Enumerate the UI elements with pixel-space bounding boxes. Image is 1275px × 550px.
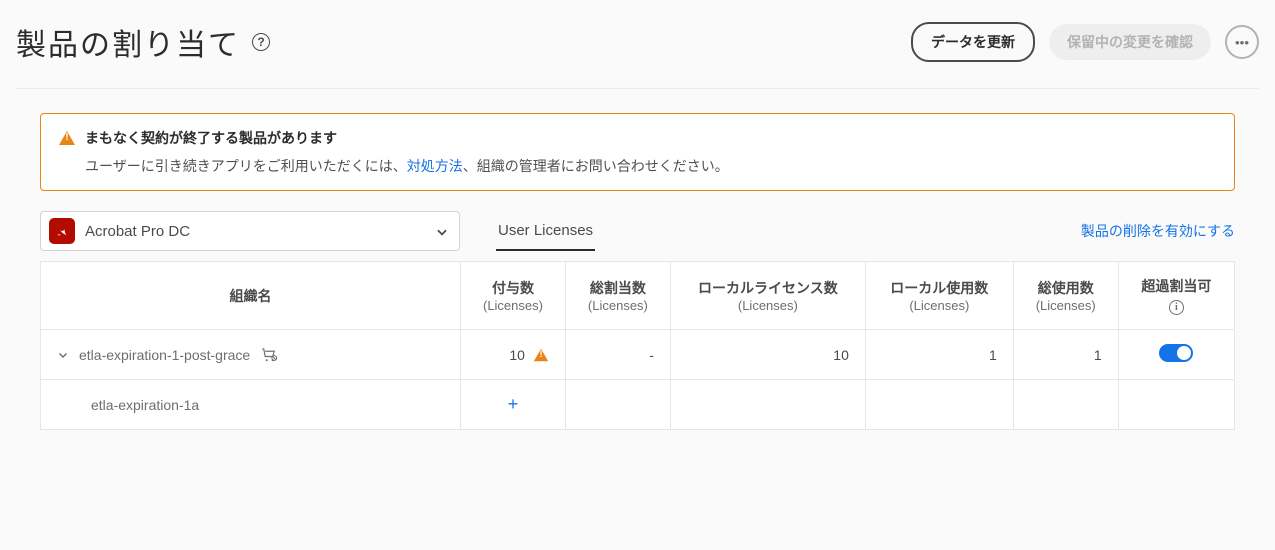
total-alloc-value: - <box>649 347 654 363</box>
alert-title: まもなく契約が終了する製品があります <box>85 128 337 148</box>
ellipsis-icon: ••• <box>1235 35 1249 50</box>
warning-icon <box>59 131 75 145</box>
pending-changes-button: 保留中の変更を確認 <box>1049 24 1211 60</box>
alert-body: ユーザーに引き続きアプリをご利用いただくには、対処方法、組織の管理者にお問い合わ… <box>59 156 1216 176</box>
product-name: Acrobat Pro DC <box>85 223 190 240</box>
col-granted: 付与数(Licenses) <box>461 262 566 330</box>
info-icon[interactable]: i <box>1169 300 1184 315</box>
chevron-down-icon <box>435 225 447 237</box>
tab-user-licenses[interactable]: User Licenses <box>496 212 595 251</box>
col-total-alloc: 総割当数(Licenses) <box>565 262 670 330</box>
alert-body-suffix: 、組織の管理者にお問い合わせください。 <box>463 158 729 174</box>
col-total-use: 総使用数(Licenses) <box>1013 262 1118 330</box>
alert-body-prefix: ユーザーに引き続きアプリをご利用いただくには、 <box>85 158 407 174</box>
add-allocation-button[interactable]: + <box>508 394 519 414</box>
help-icon[interactable]: ? <box>252 33 270 51</box>
product-select[interactable]: Acrobat Pro DC <box>40 211 460 251</box>
more-actions-button[interactable]: ••• <box>1225 25 1259 59</box>
page-header: 製品の割り当て ? データを更新 保留中の変更を確認 ••• <box>16 20 1259 89</box>
enable-product-delete-link[interactable]: 製品の削除を有効にする <box>1081 221 1235 241</box>
page-title: 製品の割り当て <box>16 20 240 64</box>
col-local-use: ローカル使用数(Licenses) <box>865 262 1013 330</box>
local-use-value: 1 <box>989 347 997 363</box>
table-row: etla-expiration-1-post-grace 10 - <box>41 330 1235 380</box>
org-name: etla-expiration-1a <box>91 397 199 413</box>
cart-icon <box>260 346 278 364</box>
acrobat-icon <box>49 218 75 244</box>
over-alloc-toggle[interactable] <box>1159 344 1193 362</box>
col-over-alloc: 超過割当可 i <box>1118 262 1234 330</box>
col-local-lic: ローカルライセンス数(Licenses) <box>670 262 865 330</box>
warning-icon <box>534 348 548 361</box>
org-name: etla-expiration-1-post-grace <box>79 347 250 363</box>
local-lic-value: 10 <box>833 347 849 363</box>
col-org: 組織名 <box>41 262 461 330</box>
allocation-table: 組織名 付与数(Licenses) 総割当数(Licenses) ローカルライセ… <box>40 261 1235 430</box>
total-use-value: 1 <box>1094 347 1102 363</box>
refresh-button[interactable]: データを更新 <box>911 22 1035 62</box>
table-row: etla-expiration-1a + <box>41 380 1235 430</box>
expiration-alert: まもなく契約が終了する製品があります ユーザーに引き続きアプリをご利用いただくに… <box>40 113 1235 191</box>
granted-value: 10 <box>509 347 525 363</box>
alert-link[interactable]: 対処方法 <box>407 158 463 174</box>
expand-icon[interactable] <box>57 349 69 361</box>
